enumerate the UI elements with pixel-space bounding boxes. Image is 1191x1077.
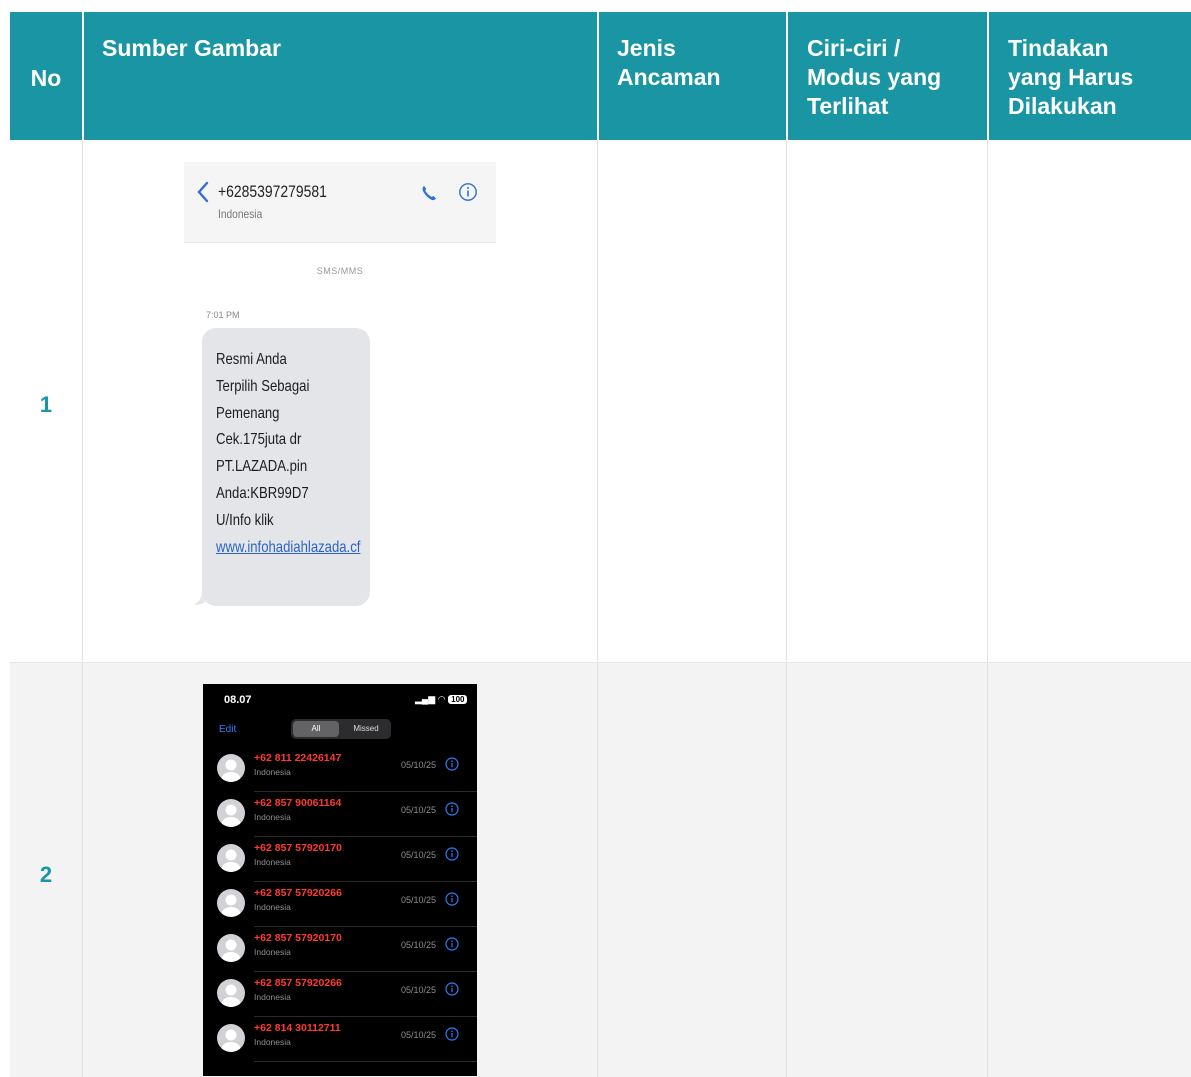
call-date: 05/10/25 <box>401 805 437 815</box>
header-no: No <box>30 65 62 91</box>
call-entry[interactable]: +62 857 90061164 Indonesia 05/10/25 <box>203 792 477 837</box>
back-chevron-icon <box>197 181 209 203</box>
call-log-screenshot: 08.07 ▂▄▆ ◠ 100 Edit All Missed +62 811 … <box>203 684 477 1076</box>
status-bar: ▂▄▆ ◠ 100 <box>415 694 468 705</box>
avatar <box>217 934 245 962</box>
caller-country: Indonesia <box>254 767 291 777</box>
caller-country: Indonesia <box>254 902 291 912</box>
header-jenis-ancaman: Jenis Ancaman <box>617 35 721 90</box>
header-tindakan: Tindakan yang Harus Dilakukan <box>1008 35 1134 119</box>
caller-number: +62 857 57920266 <box>254 977 342 989</box>
caller-number: +62 857 57920266 <box>254 887 342 899</box>
call-entry[interactable]: +62 857 57920266 Indonesia 05/10/25 <box>203 972 477 1017</box>
phone-icon <box>422 186 436 201</box>
caller-number: +62 811 22426147 <box>254 752 342 764</box>
row-number: 1 <box>39 392 53 417</box>
call-date: 05/10/25 <box>401 940 437 950</box>
status-clock: 08.07 <box>224 694 252 706</box>
info-icon[interactable] <box>445 937 459 951</box>
call-date: 05/10/25 <box>401 985 437 995</box>
message-text: Resmi Anda Terpilih Sebagai Pemenang Cek… <box>216 347 360 561</box>
avatar <box>217 799 245 827</box>
threat-table: No Sumber Gambar Jenis Ancaman Ciri-ciri… <box>10 12 1191 1077</box>
caller-number: +62 857 90061164 <box>254 797 342 809</box>
row-number: 2 <box>39 862 53 887</box>
bubble-tail <box>194 586 206 605</box>
caller-country: Indonesia <box>254 1037 291 1047</box>
avatar <box>217 889 245 917</box>
signal-icon: ▂▄▆ <box>415 694 436 704</box>
caller-country: Indonesia <box>254 947 291 957</box>
edit-button[interactable]: Edit <box>219 724 236 735</box>
caller-number: +62 857 57920170 <box>254 932 342 944</box>
avatar <box>217 754 245 782</box>
info-icon[interactable] <box>445 757 459 771</box>
caller-country: Indonesia <box>254 857 291 867</box>
message-time: 7:01 PM <box>206 310 240 320</box>
call-entry[interactable]: +62 857 57920170 Indonesia 05/10/25 <box>203 927 477 972</box>
caller-country: Indonesia <box>254 992 291 1002</box>
avatar <box>217 1024 245 1052</box>
info-icon[interactable] <box>445 982 459 996</box>
info-icon[interactable] <box>445 892 459 906</box>
sms-header: +6285397279581 Indonesia <box>184 162 496 243</box>
avatar <box>217 979 245 1007</box>
tab-missed[interactable]: Missed <box>343 721 389 737</box>
header-ciri-ciri: Ciri-ciri / Modus yang Terlihat <box>807 35 942 119</box>
info-icon[interactable] <box>445 802 459 816</box>
info-icon[interactable] <box>445 1027 459 1041</box>
call-entry[interactable]: +62 811 22426147 Indonesia 05/10/25 <box>203 747 477 792</box>
info-icon[interactable] <box>445 847 459 861</box>
message-link[interactable]: www.infohadiahlazada.cf <box>216 535 360 562</box>
message-type-label: SMS/MMS <box>316 266 364 276</box>
info-icon <box>459 183 477 201</box>
call-date: 05/10/25 <box>401 850 437 860</box>
table-row <box>10 662 1191 1077</box>
call-date: 05/10/25 <box>401 1030 437 1040</box>
segment-control: All Missed <box>291 719 391 739</box>
table-header: No Sumber Gambar Jenis Ancaman Ciri-ciri… <box>10 12 1191 140</box>
call-entry[interactable]: +62 814 30112711 Indonesia 05/10/25 <box>203 1017 477 1062</box>
call-entry[interactable]: +62 857 57920266 Indonesia 05/10/25 <box>203 882 477 927</box>
caller-number: +62 857 57920170 <box>254 842 342 854</box>
call-date: 05/10/25 <box>401 895 437 905</box>
header-sumber-gambar: Sumber Gambar <box>102 35 281 61</box>
sender-number: +6285397279581 <box>218 182 327 201</box>
battery-icon: 100 <box>448 695 468 704</box>
call-entry[interactable]: +62 857 57920170 Indonesia 05/10/25 <box>203 837 477 882</box>
wifi-icon: ◠ <box>437 694 446 704</box>
tab-all[interactable]: All <box>293 721 339 737</box>
caller-number: +62 814 30112711 <box>254 1022 341 1034</box>
caller-country: Indonesia <box>254 812 291 822</box>
avatar <box>217 844 245 872</box>
sender-country: Indonesia <box>218 207 263 221</box>
call-date: 05/10/25 <box>401 760 437 770</box>
